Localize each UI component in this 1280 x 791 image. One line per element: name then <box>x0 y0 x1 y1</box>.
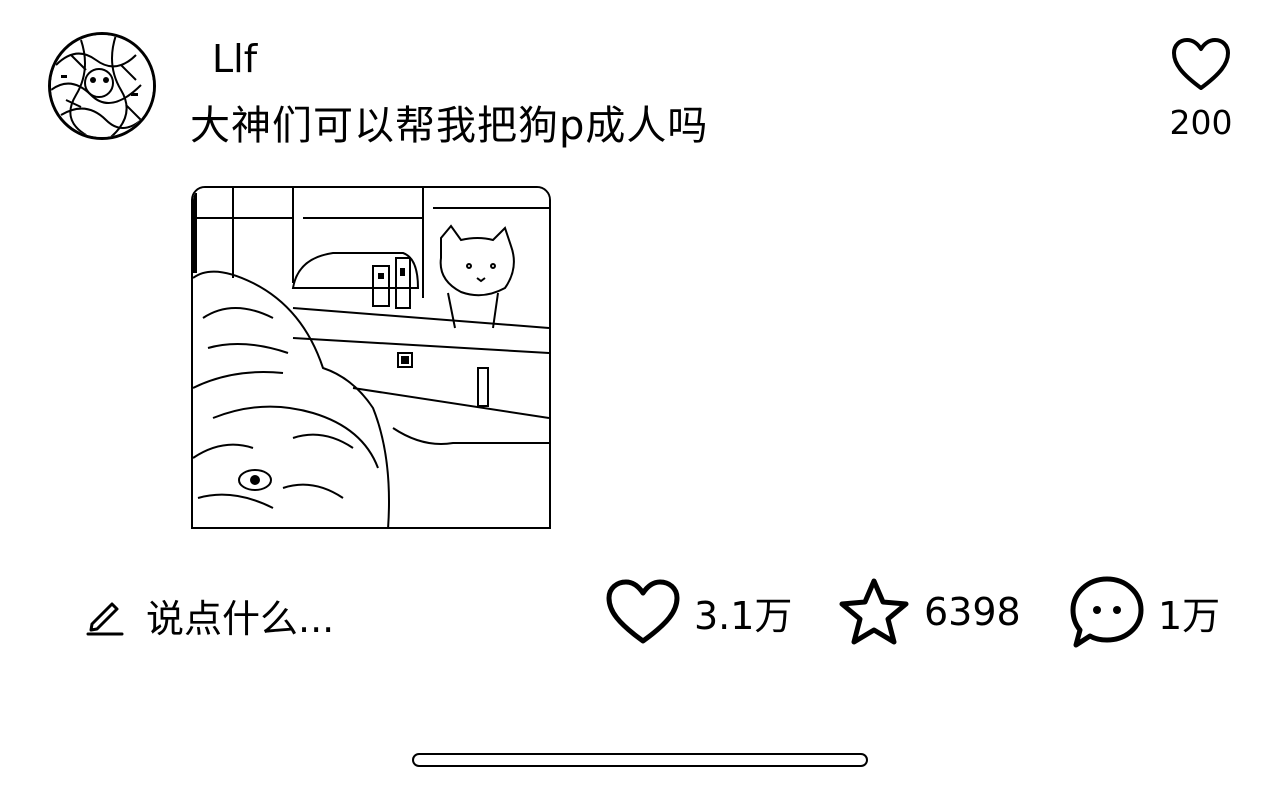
like-top-count: 200 <box>1169 103 1233 142</box>
avatar[interactable] <box>48 32 156 140</box>
like-top-button[interactable] <box>1170 36 1232 92</box>
post-image[interactable] <box>191 186 551 529</box>
favorite-button[interactable]: 6398 <box>836 576 1021 648</box>
home-indicator[interactable] <box>412 753 868 767</box>
post-text: 大神们可以帮我把狗p成人吗 <box>190 103 709 149</box>
favorite-count: 6398 <box>924 590 1021 634</box>
pencil-icon <box>86 602 124 636</box>
comment-count: 1万 <box>1158 593 1221 638</box>
comment-bubble-icon <box>1070 576 1144 648</box>
like-button[interactable]: 3.1万 <box>604 576 792 648</box>
comment-placeholder: 说点什么... <box>146 596 335 641</box>
avatar-image <box>51 35 153 137</box>
comment-button[interactable]: 1万 <box>1068 576 1220 648</box>
star-icon <box>839 578 909 645</box>
heart-icon <box>606 579 680 644</box>
comment-input[interactable]: 说点什么... <box>84 590 335 641</box>
heart-icon <box>1172 38 1230 90</box>
like-count: 3.1万 <box>694 593 793 638</box>
username[interactable]: Llf <box>212 36 257 82</box>
photo-dog-and-cat <box>193 188 549 527</box>
